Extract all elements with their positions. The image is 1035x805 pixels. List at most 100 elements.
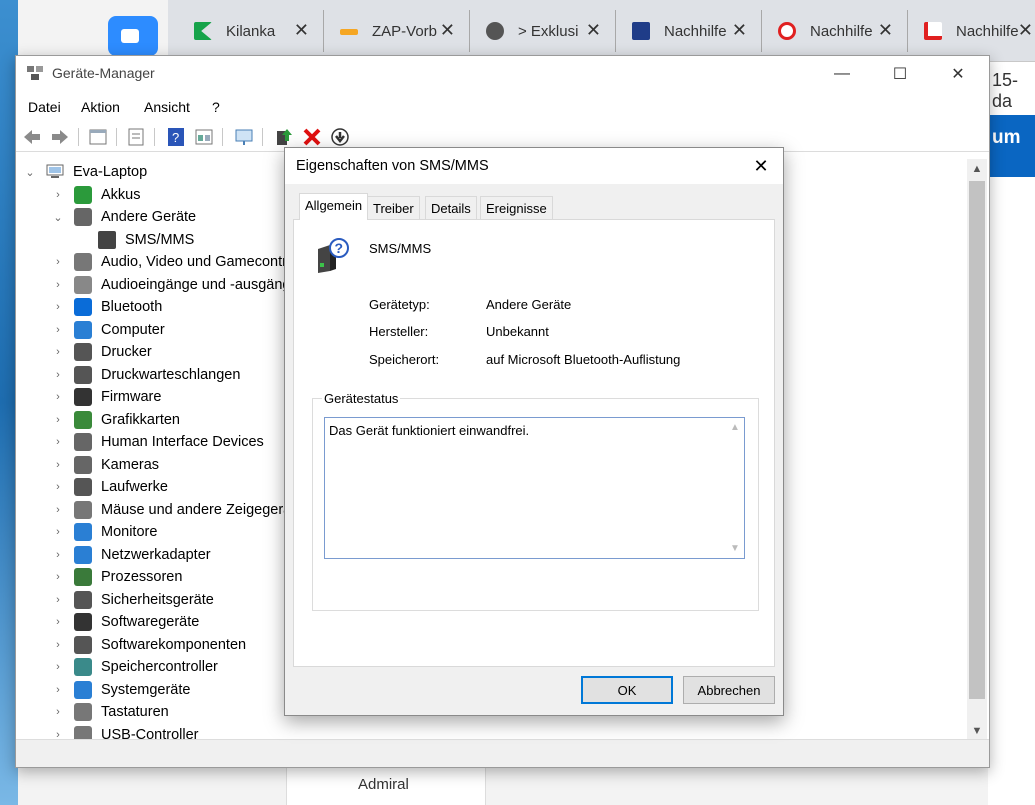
tree-category[interactable]: › Softwaregeräte bbox=[52, 611, 199, 633]
back-arrow-icon[interactable] bbox=[22, 127, 42, 147]
chevron-right-icon[interactable]: › bbox=[52, 481, 64, 493]
download-icon[interactable] bbox=[330, 127, 350, 147]
tree-category[interactable]: › Human Interface Devices bbox=[52, 431, 264, 453]
close-tab-icon[interactable]: ✕ bbox=[294, 20, 309, 41]
chevron-right-icon[interactable]: › bbox=[52, 639, 64, 651]
tree-category[interactable]: › Netzwerkadapter bbox=[52, 544, 211, 566]
scan-hardware-icon[interactable] bbox=[234, 127, 254, 147]
browser-tab[interactable]: > Exklusi ✕ bbox=[470, 10, 616, 52]
resources-view-icon[interactable] bbox=[194, 127, 214, 147]
tab-allgemein[interactable]: Allgemein bbox=[299, 193, 369, 220]
textbox-scrollbar[interactable]: ▲ ▼ bbox=[726, 418, 744, 558]
uninstall-icon[interactable] bbox=[302, 127, 322, 147]
browser-tab[interactable]: Nachhilfe ✕ bbox=[616, 10, 762, 52]
menu-aktion[interactable]: Aktion bbox=[81, 99, 120, 115]
properties-icon[interactable] bbox=[126, 127, 146, 147]
chevron-right-icon[interactable]: › bbox=[52, 504, 64, 516]
device-status-textbox[interactable]: Das Gerät funktioniert einwandfrei. ▲ ▼ bbox=[324, 417, 745, 559]
minimize-button[interactable]: — bbox=[813, 56, 871, 92]
tree-category[interactable]: › Laufwerke bbox=[52, 476, 168, 498]
chevron-down-icon[interactable]: ▼ bbox=[967, 721, 987, 741]
vertical-scrollbar[interactable]: ▲ ▼ bbox=[967, 159, 987, 741]
title-bar[interactable]: Geräte-Manager — ☐ ✕ bbox=[16, 56, 989, 92]
close-tab-icon[interactable]: ✕ bbox=[1018, 20, 1033, 41]
chevron-right-icon[interactable]: › bbox=[52, 661, 64, 673]
browser-tab[interactable]: Nachhilfe ✕ bbox=[762, 10, 908, 52]
chevron-down-icon[interactable]: ▼ bbox=[726, 543, 744, 554]
menu-help[interactable]: ? bbox=[212, 99, 220, 115]
tree-label: Andere Geräte bbox=[101, 209, 197, 225]
tree-category[interactable]: ⌄ Andere Geräte bbox=[52, 206, 196, 228]
browser-tab[interactable]: Kilanka ✕ bbox=[178, 10, 324, 52]
maximize-button[interactable]: ☐ bbox=[871, 56, 929, 92]
zoom-app-icon[interactable] bbox=[108, 16, 158, 56]
forward-arrow-icon[interactable] bbox=[50, 127, 70, 147]
update-driver-icon[interactable] bbox=[274, 127, 294, 147]
tree-root[interactable]: ⌄ Eva-Laptop bbox=[24, 161, 147, 183]
chevron-right-icon[interactable]: › bbox=[52, 369, 64, 381]
chevron-right-icon[interactable]: › bbox=[52, 684, 64, 696]
chevron-up-icon[interactable]: ▲ bbox=[967, 159, 987, 179]
browser-tab[interactable]: Nachhilfe ✕ bbox=[908, 10, 1035, 52]
chevron-right-icon[interactable]: › bbox=[52, 391, 64, 403]
tree-category[interactable]: › Speichercontroller bbox=[52, 656, 218, 678]
tree-category[interactable]: › Akkus bbox=[52, 184, 141, 206]
chevron-right-icon[interactable]: › bbox=[52, 256, 64, 268]
tree-category[interactable]: › Systemgeräte bbox=[52, 679, 190, 701]
tree-category[interactable]: › Kameras bbox=[52, 454, 159, 476]
tree-category[interactable]: › Druckwarteschlangen bbox=[52, 364, 240, 386]
close-tab-icon[interactable]: ✕ bbox=[878, 20, 893, 41]
chevron-right-icon[interactable]: › bbox=[52, 346, 64, 358]
chevron-right-icon[interactable]: › bbox=[52, 706, 64, 718]
chevron-right-icon[interactable]: › bbox=[52, 616, 64, 628]
chevron-right-icon[interactable]: › bbox=[52, 279, 64, 291]
close-dialog-button[interactable]: ✕ bbox=[749, 154, 773, 178]
close-tab-icon[interactable]: ✕ bbox=[732, 20, 747, 41]
globe-icon bbox=[486, 22, 504, 40]
menu-ansicht[interactable]: Ansicht bbox=[144, 99, 190, 115]
tree-category[interactable]: › Bluetooth bbox=[52, 296, 162, 318]
chevron-right-icon[interactable]: › bbox=[52, 594, 64, 606]
tree-device[interactable]: SMS/MMS bbox=[98, 229, 194, 251]
chevron-up-icon[interactable]: ▲ bbox=[726, 422, 744, 433]
scroll-thumb[interactable] bbox=[969, 181, 985, 699]
chevron-right-icon[interactable]: › bbox=[52, 526, 64, 538]
chevron-down-icon[interactable]: ⌄ bbox=[52, 211, 64, 224]
tree-category[interactable]: › Tastaturen bbox=[52, 701, 169, 723]
tree-category[interactable]: › Prozessoren bbox=[52, 566, 182, 588]
tab-details[interactable]: Details bbox=[425, 196, 477, 219]
cancel-button[interactable]: Abbrechen bbox=[683, 676, 775, 704]
chevron-right-icon[interactable]: › bbox=[52, 324, 64, 336]
browser-tab[interactable]: ZAP-Vorb ✕ bbox=[324, 10, 470, 52]
chevron-right-icon[interactable]: › bbox=[52, 414, 64, 426]
chevron-right-icon[interactable]: › bbox=[52, 459, 64, 471]
tree-category[interactable]: › Sicherheitsgeräte bbox=[52, 589, 214, 611]
chevron-right-icon[interactable]: › bbox=[52, 549, 64, 561]
chevron-right-icon[interactable]: › bbox=[52, 301, 64, 313]
browser-tab-label: ZAP-Vorb bbox=[372, 22, 438, 40]
close-tab-icon[interactable]: ✕ bbox=[586, 20, 601, 41]
tree-category[interactable]: › Audioeingänge und -ausgänge bbox=[52, 274, 299, 296]
tree-category[interactable]: › Monitore bbox=[52, 521, 157, 543]
tree-category[interactable]: › Softwarekomponenten bbox=[52, 634, 246, 656]
ok-button[interactable]: OK bbox=[581, 676, 673, 704]
tree-category[interactable]: › Drucker bbox=[52, 341, 152, 363]
device-category-icon bbox=[74, 185, 92, 204]
tree-category[interactable]: › Mäuse und andere Zeigegeräte bbox=[52, 499, 303, 521]
help-icon[interactable]: ? bbox=[166, 127, 186, 147]
menu-datei[interactable]: Datei bbox=[28, 99, 61, 115]
tab-treiber[interactable]: Treiber bbox=[367, 196, 420, 219]
tree-view-icon[interactable] bbox=[88, 127, 108, 147]
chevron-down-icon[interactable]: ⌄ bbox=[24, 166, 36, 179]
chevron-right-icon[interactable]: › bbox=[52, 189, 64, 201]
close-tab-icon[interactable]: ✕ bbox=[440, 20, 455, 41]
tree-category[interactable]: › Firmware bbox=[52, 386, 161, 408]
tree-label: Tastaturen bbox=[101, 704, 169, 720]
tree-category[interactable]: › Audio, Video und Gamecontroller bbox=[52, 251, 314, 273]
tree-category[interactable]: › Grafikkarten bbox=[52, 409, 180, 431]
tree-category[interactable]: › Computer bbox=[52, 319, 165, 341]
chevron-right-icon[interactable]: › bbox=[52, 571, 64, 583]
tab-ereignisse[interactable]: Ereignisse bbox=[480, 196, 553, 219]
chevron-right-icon[interactable]: › bbox=[52, 436, 64, 448]
close-window-button[interactable]: ✕ bbox=[929, 56, 987, 92]
